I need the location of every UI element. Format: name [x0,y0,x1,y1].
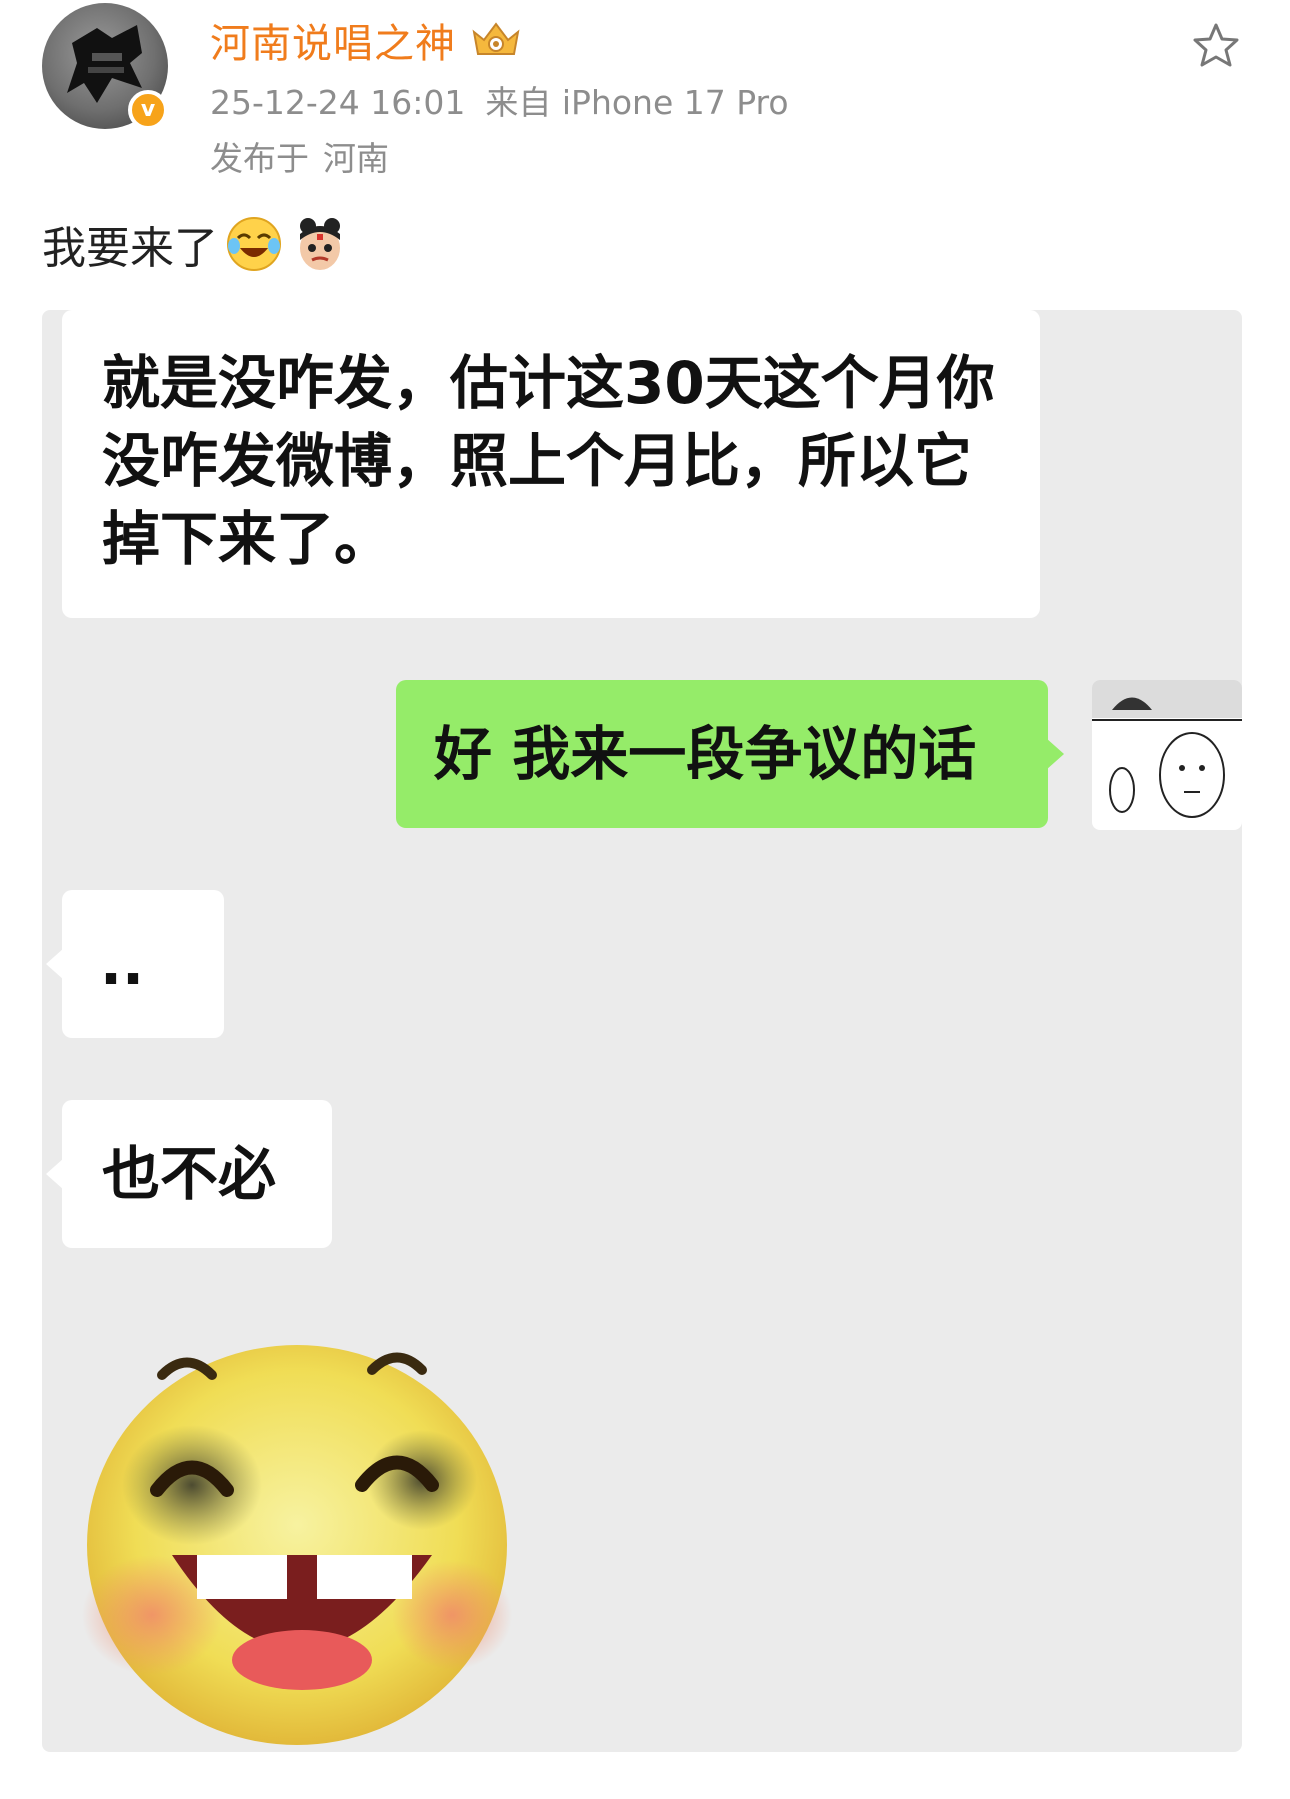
chat-message-incoming: .. [46,890,224,1038]
location-name[interactable]: 河南 [323,139,389,178]
chat-sender-avatar [1092,680,1242,830]
location-prefix: 发布于 [210,139,309,178]
username-row: 河南说唱之神 [210,12,524,68]
comic-avatar-art [1092,680,1242,818]
verified-badge: v [128,90,168,130]
crown-icon [472,22,520,55]
star-icon[interactable] [1190,20,1242,72]
post-source: 来自 iPhone 17 Pro [485,83,789,122]
post-text-content: 我要来了 [42,223,218,274]
post-meta: 25-12-24 16:01 来自 iPhone 17 Pro [210,76,789,124]
chat-screenshot-image[interactable]: 就是没咋发，估计这30天这个月你没咋发微博，照上个月比，所以它掉下来了。 好 我… [42,310,1242,1752]
laughing-crying-emoji-icon [227,217,281,271]
post-timestamp: 25-12-24 16:01 [210,83,466,122]
post-header: v 河南说唱之神 25-12-24 16:01 来自 iPhone 17 Pro … [0,0,1290,190]
nezha-emoji-icon [300,218,340,270]
post-text: 我要来了 [42,212,350,276]
chat-message-incoming: 就是没咋发，估计这30天这个月你没咋发微博，照上个月比，所以它掉下来了。 [62,310,1040,618]
chat-message-incoming: 也不必 [46,1100,332,1248]
post-location: 发布于 河南 [210,132,389,180]
username[interactable]: 河南说唱之神 [210,11,456,69]
chat-message-outgoing: 好 我来一段争议的话 [396,680,1064,828]
laughing-face-sticker-icon [82,1345,512,1745]
